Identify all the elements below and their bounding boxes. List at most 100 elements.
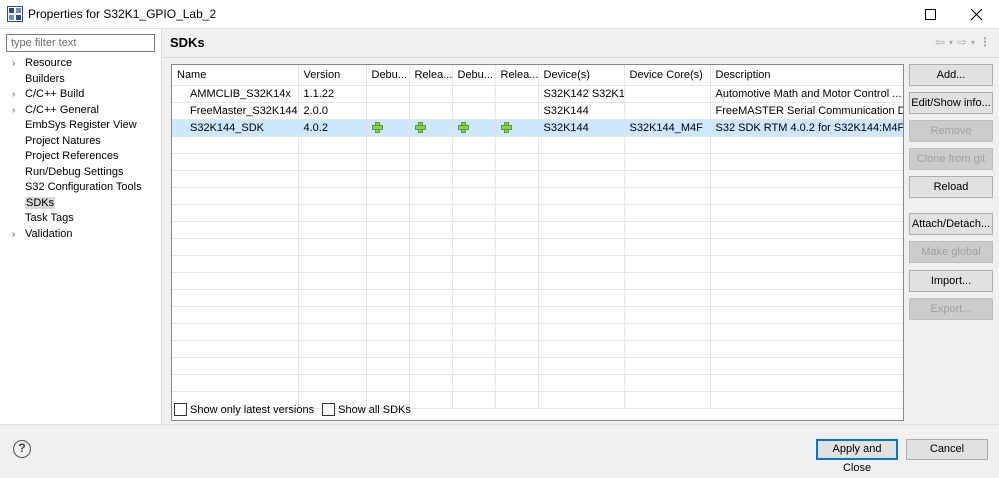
tree-item-label: Validation <box>25 227 73 240</box>
more-options-icon[interactable]: ⋮ <box>979 35 991 49</box>
empty-cell <box>298 340 367 358</box>
tree-item[interactable]: Project References <box>0 149 162 165</box>
filter-input[interactable]: type filter text <box>6 34 155 52</box>
empty-cell <box>624 289 711 307</box>
table-cell-version: 4.0.2 <box>298 119 367 137</box>
forward-menu-chevron-icon[interactable]: ▾ <box>971 38 975 47</box>
attach-detach-button[interactable]: Attach/Detach... <box>909 213 993 235</box>
tree-item[interactable]: Task Tags <box>0 211 162 227</box>
empty-cell <box>624 204 711 222</box>
remove-button[interactable]: Remove <box>909 120 993 142</box>
tree-item[interactable]: EmbSys Register View <box>0 118 162 134</box>
empty-cell <box>298 170 367 188</box>
table-cell-name: AMMCLIB_S32K14x <box>172 85 299 103</box>
chevron-right-icon[interactable]: › <box>12 103 15 119</box>
add-button[interactable]: Add... <box>909 64 993 86</box>
title-bar: Properties for S32K1_GPIO_Lab_2 <box>0 0 999 28</box>
tree-item-label: Task Tags <box>25 212 74 224</box>
tree-item[interactable]: › Validation <box>0 227 162 243</box>
empty-cell <box>366 255 410 273</box>
col-header-release-2[interactable]: Relea... <box>495 65 539 86</box>
close-button[interactable] <box>953 0 999 28</box>
table-row[interactable]: FreeMaster_S32K144 2.0.0 S32K144 FreeMASTER… <box>172 102 903 120</box>
plus-icon[interactable] <box>414 122 426 134</box>
col-header-release-1[interactable]: Relea... <box>409 65 453 86</box>
empty-cell <box>452 289 496 307</box>
col-header-name[interactable]: Name <box>172 65 299 86</box>
clone-from-git-button[interactable]: Clone from git <box>909 148 993 170</box>
show-all-checkbox[interactable] <box>322 403 336 416</box>
tree-item[interactable]: › C/C++ General <box>0 103 162 119</box>
tree-item[interactable]: Project Natures <box>0 134 162 150</box>
table-cell-devices: S32K142 S32K1... <box>538 85 625 103</box>
cancel-button[interactable]: Cancel <box>906 439 988 460</box>
empty-cell <box>298 238 367 256</box>
empty-cell <box>366 289 410 307</box>
footer-separator <box>0 424 999 425</box>
empty-cell <box>409 238 453 256</box>
table-cell-debug1 <box>366 119 410 137</box>
empty-cell <box>538 238 625 256</box>
maximize-button[interactable] <box>907 0 953 28</box>
sdk-table: Name Version Debu... Relea... Debu... Re… <box>171 64 904 421</box>
table-row[interactable]: S32K144_SDK 4.0.2 S32K144 S32K144_M4F S32 SD… <box>172 119 903 137</box>
empty-row <box>172 323 903 341</box>
tree-item-label: C/C++ General <box>25 103 99 116</box>
table-header: Name Version Debu... Relea... Debu... Re… <box>172 65 903 86</box>
empty-cell <box>452 374 496 392</box>
empty-cell <box>298 255 367 273</box>
empty-cell <box>710 187 903 205</box>
import-button[interactable]: Import... <box>909 270 993 292</box>
edit-show-info-button[interactable]: Edit/Show info... <box>909 92 993 114</box>
col-header-device-cores[interactable]: Device Core(s) <box>624 65 711 86</box>
chevron-right-icon[interactable]: › <box>12 87 15 103</box>
back-arrow-icon[interactable]: ⇦ <box>935 35 945 49</box>
export-button[interactable]: Export... <box>909 298 993 320</box>
plus-icon[interactable] <box>371 122 383 134</box>
empty-cell <box>452 255 496 273</box>
tree-item[interactable]: › C/C++ Build <box>0 87 162 103</box>
empty-cell <box>495 323 539 341</box>
tree-item[interactable]: › Resource <box>0 56 162 72</box>
empty-cell <box>409 221 453 239</box>
empty-cell <box>298 153 367 171</box>
reload-button[interactable]: Reload <box>909 176 993 198</box>
table-cell-debug2 <box>452 85 496 103</box>
title-separator <box>163 57 999 58</box>
table-cell-devices: S32K144 <box>538 119 625 137</box>
forward-arrow-icon[interactable]: ⇨ <box>957 35 967 49</box>
empty-cell <box>172 340 299 358</box>
col-header-description[interactable]: Description <box>710 65 903 86</box>
tree-item[interactable]: SDKs <box>0 196 162 212</box>
apply-and-close-button[interactable]: Apply and Close <box>816 439 898 474</box>
show-latest-checkbox[interactable] <box>174 403 187 416</box>
empty-cell <box>409 272 453 290</box>
empty-cell <box>409 374 453 392</box>
empty-cell <box>452 170 496 188</box>
chevron-right-icon[interactable]: › <box>12 227 15 243</box>
empty-cell <box>710 340 903 358</box>
col-header-devices[interactable]: Device(s) <box>538 65 625 86</box>
tree-item[interactable]: S32 Configuration Tools <box>0 180 162 196</box>
tree-item[interactable]: Builders <box>0 72 162 88</box>
col-header-debug-2[interactable]: Debu... <box>452 65 496 86</box>
tree-item[interactable]: Run/Debug Settings <box>0 165 162 181</box>
make-global-button[interactable]: Make global <box>909 241 993 263</box>
col-header-version[interactable]: Version <box>298 65 367 86</box>
plus-icon[interactable] <box>500 122 512 134</box>
table-row[interactable]: AMMCLIB_S32K14x1.1.22 S32K142 S32K1... Aut… <box>172 85 903 103</box>
empty-cell <box>409 170 453 188</box>
empty-cell <box>710 136 903 154</box>
col-header-debug-1[interactable]: Debu... <box>366 65 410 86</box>
chevron-right-icon[interactable]: › <box>12 56 15 72</box>
empty-cell <box>452 136 496 154</box>
empty-cell <box>538 357 625 375</box>
help-icon[interactable]: ? <box>13 440 31 458</box>
empty-cell <box>366 221 410 239</box>
back-menu-chevron-icon[interactable]: ▾ <box>949 38 953 47</box>
plus-icon[interactable] <box>457 122 469 134</box>
empty-cell <box>366 136 410 154</box>
empty-row <box>172 289 903 307</box>
empty-cell <box>538 255 625 273</box>
empty-cell <box>366 357 410 375</box>
